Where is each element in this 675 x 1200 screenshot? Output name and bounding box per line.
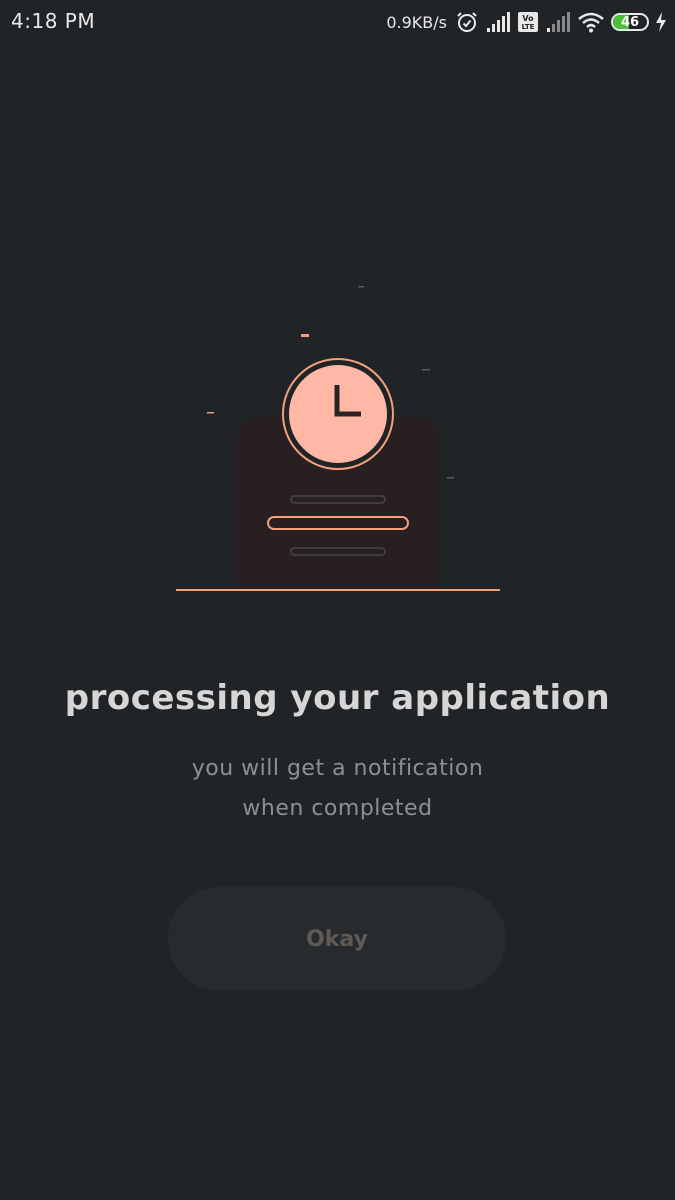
- decor-dash: [301, 334, 309, 337]
- svg-text:LTE: LTE: [522, 23, 535, 31]
- subtitle-line-1: you will get a notification: [191, 756, 484, 781]
- ground-line: [176, 589, 500, 591]
- subtitle-line-2: when completed: [242, 796, 433, 821]
- volte-icon: Vo LTE: [518, 12, 538, 32]
- status-bar: 4:18 PM 0.9KB/s Vo LTE 46: [0, 0, 675, 46]
- wifi-icon: [578, 12, 604, 33]
- battery-level: 46: [620, 14, 640, 30]
- decor-dash: [207, 412, 214, 414]
- signal-weak-icon: [547, 12, 570, 32]
- page-title: processing your application: [64, 678, 611, 718]
- okay-button-label: Okay: [306, 926, 368, 952]
- status-time: 4:18 PM: [11, 9, 96, 33]
- svg-text:Vo: Vo: [522, 14, 534, 23]
- signal-icon: [487, 12, 510, 32]
- subtitle: you will get a notification when complet…: [0, 749, 675, 829]
- charging-icon: [656, 12, 666, 32]
- decor-dash: [422, 369, 430, 371]
- alarm-icon: [457, 12, 477, 32]
- network-speed: 0.9KB/s: [386, 12, 447, 32]
- okay-button[interactable]: Okay: [168, 887, 506, 991]
- status-icons: 0.9KB/s Vo LTE 46: [386, 8, 667, 36]
- processing-illustration: [176, 286, 500, 591]
- battery-icon: 46: [611, 13, 649, 31]
- decor-dash: [358, 286, 364, 288]
- decor-dash: [447, 477, 454, 479]
